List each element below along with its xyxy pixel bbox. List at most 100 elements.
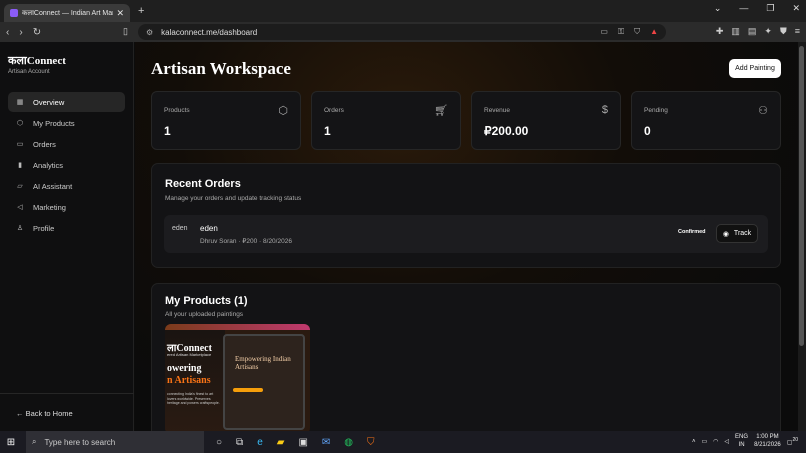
card-icon: ▭ [16, 141, 24, 148]
chevron-down-icon[interactable]: ⌄ [714, 3, 722, 14]
tab-title: कलाConnect — Indian Art Marke [22, 9, 114, 17]
brand-logo[interactable]: कलाConnect [8, 53, 66, 68]
cart-icon: 🛒︎ [434, 105, 448, 117]
vpn-icon[interactable]: ⛊ [780, 26, 787, 37]
sidebar-item-label: Orders [33, 139, 56, 149]
image-text: n Artisans [167, 375, 211, 386]
battery-icon[interactable]: ▭ [702, 438, 708, 445]
stat-card-pending: Pending 0 ⚇ [631, 91, 781, 150]
track-label: Track [733, 230, 752, 237]
scrollbar[interactable] [798, 42, 806, 431]
mail-icon[interactable]: ✉ [322, 437, 330, 448]
box-icon: ⬡ [278, 105, 288, 117]
close-tab-icon[interactable]: ✕ [116, 8, 124, 19]
search-icon: ⌕ [32, 437, 37, 446]
order-row[interactable]: eden eden Dhruv Soran · ₽200 · 8/20/2026… [164, 215, 768, 253]
browser-tabbar: कलाConnect — Indian Art Marke ✕ + ⌄ — ❐ … [0, 0, 806, 22]
scrollbar-thumb[interactable] [799, 46, 804, 346]
eye-icon: ◉ [722, 230, 729, 238]
minimize-icon[interactable]: — [739, 3, 748, 14]
sidebar-item-marketing[interactable]: ◁ Marketing [8, 197, 125, 217]
sidebar-item-label: My Products [33, 118, 75, 128]
clock[interactable]: 1:00 PM 8/21/2026 [754, 434, 781, 450]
language-indicator[interactable]: ENG IN [735, 434, 748, 450]
cast-icon[interactable]: ▭ [600, 27, 608, 37]
restore-icon[interactable]: ❐ [766, 3, 774, 14]
account-type: Artisan Account [8, 69, 50, 75]
chrome-icon[interactable]: ◍ [344, 437, 353, 448]
page-title: Artisan Workspace [151, 59, 291, 78]
sidebar-item-ai-assistant[interactable]: ▱ AI Assistant [8, 176, 125, 196]
rewards-icon[interactable]: ▲ [650, 27, 658, 37]
leo-icon[interactable]: ✦ [764, 26, 772, 37]
recent-orders-panel: Recent Orders Manage your orders and upd… [151, 163, 781, 268]
brave-icon[interactable]: ⛉ [367, 437, 375, 448]
order-detail: Dhruv Soran · ₽200 · 8/20/2026 [200, 238, 292, 245]
time: 1:00 PM [756, 434, 779, 440]
users-icon: ⚇ [758, 105, 768, 117]
file-explorer-icon[interactable]: ▰ [277, 437, 285, 448]
site-info-icon[interactable]: ⚙ [146, 28, 153, 37]
sidebar-item-profile[interactable]: ♙ Profile [8, 218, 125, 238]
taskbar: ⊞ ⌕ Type here to search ○ ⧉ e ▰ ▣ ✉ ◍ ⛉ … [0, 431, 806, 453]
region: IN [738, 441, 745, 448]
stat-label: Pending [644, 107, 668, 114]
store-icon[interactable]: ▣ [298, 437, 307, 448]
new-tab-icon[interactable]: + [138, 5, 144, 17]
reload-icon[interactable]: ↻ [33, 27, 41, 38]
stat-label: Orders [324, 107, 344, 114]
address-bar-row: ‹ › ↻ ▯ ⚙ kalaconnect.me/dashboard ▭ ⚿ ⛉… [0, 22, 806, 42]
app: कलाConnect Artisan Account ▦ Overview ⬡ My… [0, 42, 806, 431]
sidebar-item-orders[interactable]: ▭ Orders [8, 134, 125, 154]
menu-icon[interactable]: ≡ [795, 26, 800, 37]
window-controls: ⌄ — ❐ ✕ [714, 3, 800, 14]
puzzle-icon[interactable]: ✚ [716, 26, 724, 37]
package-icon: ⬡ [16, 120, 24, 127]
section-title: My Products (1) [165, 295, 248, 307]
volume-icon[interactable]: ◁ [724, 438, 729, 445]
key-icon[interactable]: ⚿ [618, 27, 624, 37]
wallet-icon[interactable]: ▤ [748, 26, 757, 37]
task-view-icon[interactable]: ⧉ [236, 437, 243, 448]
main-content: Artisan Workspace Add Painting Products … [135, 42, 798, 431]
url-field[interactable]: ⚙ kalaconnect.me/dashboard ▭ ⚿ ⛉ ▲ [138, 24, 666, 40]
back-to-home-link[interactable]: ← Back to Home [16, 409, 73, 418]
product-card[interactable]: लाConnect ered Artisan Marketplace oweri… [165, 324, 310, 431]
stat-card-orders: Orders 1 🛒︎ [311, 91, 461, 150]
sidebar-item-my-products[interactable]: ⬡ My Products [8, 113, 125, 133]
order-name: eden [200, 224, 218, 233]
stat-card-products: Products 1 ⬡ [151, 91, 301, 150]
wifi-icon[interactable]: ◠ [713, 438, 718, 445]
browser-tab[interactable]: कलाConnect — Indian Art Marke ✕ [4, 4, 130, 22]
forward-icon[interactable]: › [19, 27, 22, 38]
stat-value: 1 [164, 124, 171, 138]
back-icon[interactable]: ‹ [6, 27, 9, 38]
notification-icon[interactable]: ▢20 [787, 437, 798, 446]
sidebar-item-analytics[interactable]: ▮ Analytics [8, 155, 125, 175]
sidebar-menu: ▦ Overview ⬡ My Products ▭ Orders ▮ Analytic… [8, 92, 125, 239]
section-subtitle: Manage your orders and update tracking s… [165, 195, 302, 202]
image-text: owering [167, 363, 202, 374]
close-window-icon[interactable]: ✕ [792, 3, 800, 14]
sidebar-item-overview[interactable]: ▦ Overview [8, 92, 125, 112]
tray-chevron-icon[interactable]: ˄ [692, 439, 696, 445]
grid-icon: ▦ [16, 99, 24, 106]
stat-value: 0 [644, 124, 651, 138]
track-button[interactable]: ◉ Track [716, 224, 758, 243]
favicon-icon [10, 9, 18, 17]
windows-start-icon[interactable]: ⊞ [0, 437, 22, 448]
add-painting-button[interactable]: Add Painting [729, 59, 781, 78]
megaphone-icon: ◁ [17, 204, 23, 211]
order-thumbnail: eden [172, 225, 188, 232]
cortana-icon[interactable]: ○ [216, 437, 222, 448]
stat-value: ₽200.00 [484, 124, 529, 138]
sidebar-item-label: Marketing [33, 202, 66, 212]
sidebar-icon[interactable]: ▥ [731, 26, 740, 37]
section-title: Recent Orders [165, 178, 241, 190]
edge-icon[interactable]: e [257, 437, 263, 448]
taskbar-apps: ○ ⧉ e ▰ ▣ ✉ ◍ ⛉ [216, 437, 375, 448]
shield-icon[interactable]: ⛉ [634, 27, 640, 37]
stat-value: 1 [324, 124, 331, 138]
bookmark-icon[interactable]: ▯ [123, 26, 128, 37]
taskbar-search[interactable]: ⌕ Type here to search [26, 431, 204, 453]
